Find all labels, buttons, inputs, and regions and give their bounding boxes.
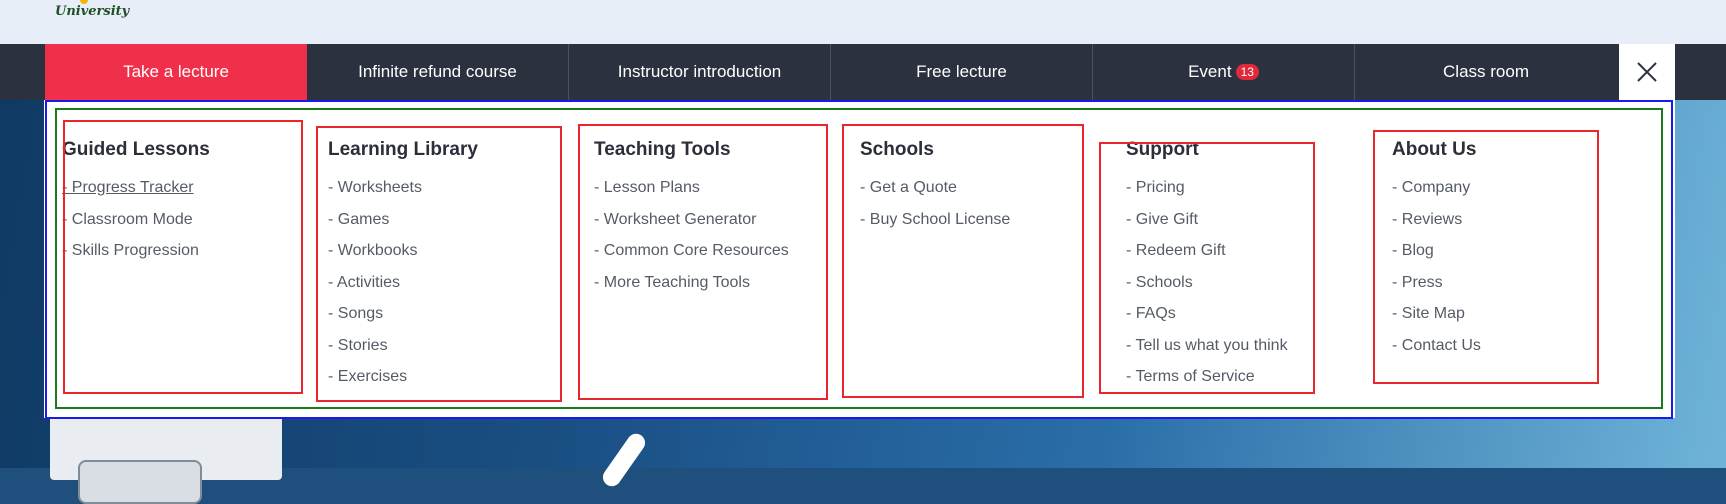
menu-heading: Learning Library <box>328 139 478 160</box>
menu-item-pricing[interactable]: - Pricing <box>1126 172 1288 204</box>
nav-tab-free-lecture[interactable]: Free lecture <box>831 44 1093 100</box>
nav-tab-label: Class room <box>1443 62 1529 81</box>
menu-item-buy-school-license[interactable]: - Buy School License <box>860 204 1010 236</box>
nav-tab-event[interactable]: Event 13 <box>1093 44 1355 100</box>
menu-list: - Progress Tracker - Classroom Mode - Sk… <box>62 172 210 267</box>
menu-item-get-a-quote[interactable]: - Get a Quote <box>860 172 1010 204</box>
menu-item-games[interactable]: - Games <box>328 204 478 236</box>
menu-item-feedback[interactable]: - Tell us what you think <box>1126 330 1288 362</box>
menu-item-site-map[interactable]: - Site Map <box>1392 298 1481 330</box>
nav-tab-label: Event <box>1188 62 1232 81</box>
close-menu-button[interactable] <box>1619 44 1675 100</box>
nav-tab-class-room[interactable]: Class room <box>1355 44 1617 100</box>
menu-column-guided-lessons: Guided Lessons - Progress Tracker - Clas… <box>62 138 210 267</box>
menu-item-more-teaching-tools[interactable]: - More Teaching Tools <box>594 267 789 299</box>
menu-column-teaching-tools: Teaching Tools - Lesson Plans - Workshee… <box>594 138 789 298</box>
nav-tab-infinite-refund-course[interactable]: Infinite refund course <box>307 44 569 100</box>
menu-item-give-gift[interactable]: - Give Gift <box>1126 204 1288 236</box>
menu-item-songs[interactable]: - Songs <box>328 298 478 330</box>
menu-item-company[interactable]: - Company <box>1392 172 1481 204</box>
close-icon <box>1637 62 1657 82</box>
menu-heading: About Us <box>1392 139 1477 160</box>
menu-item-activities[interactable]: - Activities <box>328 267 478 299</box>
menu-column-learning-library: Learning Library - Worksheets - Games - … <box>328 138 478 393</box>
menu-item-redeem-gift[interactable]: - Redeem Gift <box>1126 235 1288 267</box>
menu-list: - Lesson Plans - Worksheet Generator - C… <box>594 172 789 298</box>
menu-item-worksheets[interactable]: - Worksheets <box>328 172 478 204</box>
nav-tab-label: Infinite refund course <box>358 62 517 81</box>
menu-item-classroom-mode[interactable]: - Classroom Mode <box>62 204 210 236</box>
nav-tab-label: Instructor introduction <box>617 62 782 81</box>
menu-list: - Get a Quote - Buy School License <box>860 172 1010 235</box>
menu-list: - Company - Reviews - Blog - Press - Sit… <box>1392 172 1481 361</box>
menu-item-reviews[interactable]: - Reviews <box>1392 204 1481 236</box>
main-nav-tabs: Take a lecture Infinite refund course In… <box>45 44 1617 100</box>
menu-item-terms-of-service[interactable]: - Terms of Service <box>1126 361 1288 393</box>
menu-heading: Teaching Tools <box>594 139 731 160</box>
menu-item-exercises[interactable]: - Exercises <box>328 361 478 393</box>
menu-list: - Worksheets - Games - Workbooks - Activ… <box>328 172 478 393</box>
menu-list: - Pricing - Give Gift - Redeem Gift - Sc… <box>1126 172 1288 393</box>
menu-column-schools: Schools - Get a Quote - Buy School Licen… <box>860 138 1010 235</box>
nav-tab-take-a-lecture[interactable]: Take a lecture <box>45 44 307 100</box>
logo-text[interactable]: University <box>55 4 129 19</box>
menu-item-stories[interactable]: - Stories <box>328 330 478 362</box>
nav-tab-label: Free lecture <box>916 62 1007 81</box>
menu-item-press[interactable]: - Press <box>1392 267 1481 299</box>
event-count-badge: 13 <box>1235 64 1259 80</box>
menu-column-about-us: About Us - Company - Reviews - Blog - Pr… <box>1392 138 1481 361</box>
site-header: University <box>0 0 1726 44</box>
menu-item-schools[interactable]: - Schools <box>1126 267 1288 299</box>
menu-item-contact-us[interactable]: - Contact Us <box>1392 330 1481 362</box>
nav-tab-instructor-introduction[interactable]: Instructor introduction <box>569 44 831 100</box>
menu-heading: Support <box>1126 139 1199 160</box>
nav-tab-label: Take a lecture <box>123 62 229 81</box>
menu-item-progress-tracker[interactable]: - Progress Tracker <box>62 172 210 204</box>
menu-item-workbooks[interactable]: - Workbooks <box>328 235 478 267</box>
menu-item-blog[interactable]: - Blog <box>1392 235 1481 267</box>
menu-item-lesson-plans[interactable]: - Lesson Plans <box>594 172 789 204</box>
menu-item-faqs[interactable]: - FAQs <box>1126 298 1288 330</box>
menu-heading: Schools <box>860 139 934 160</box>
menu-column-support: Support - Pricing - Give Gift - Redeem G… <box>1126 138 1288 393</box>
hero-card-graphic <box>78 460 202 504</box>
menu-item-worksheet-generator[interactable]: - Worksheet Generator <box>594 204 789 236</box>
menu-item-skills-progression[interactable]: - Skills Progression <box>62 235 210 267</box>
menu-item-common-core-resources[interactable]: - Common Core Resources <box>594 235 789 267</box>
menu-heading: Guided Lessons <box>62 139 210 160</box>
